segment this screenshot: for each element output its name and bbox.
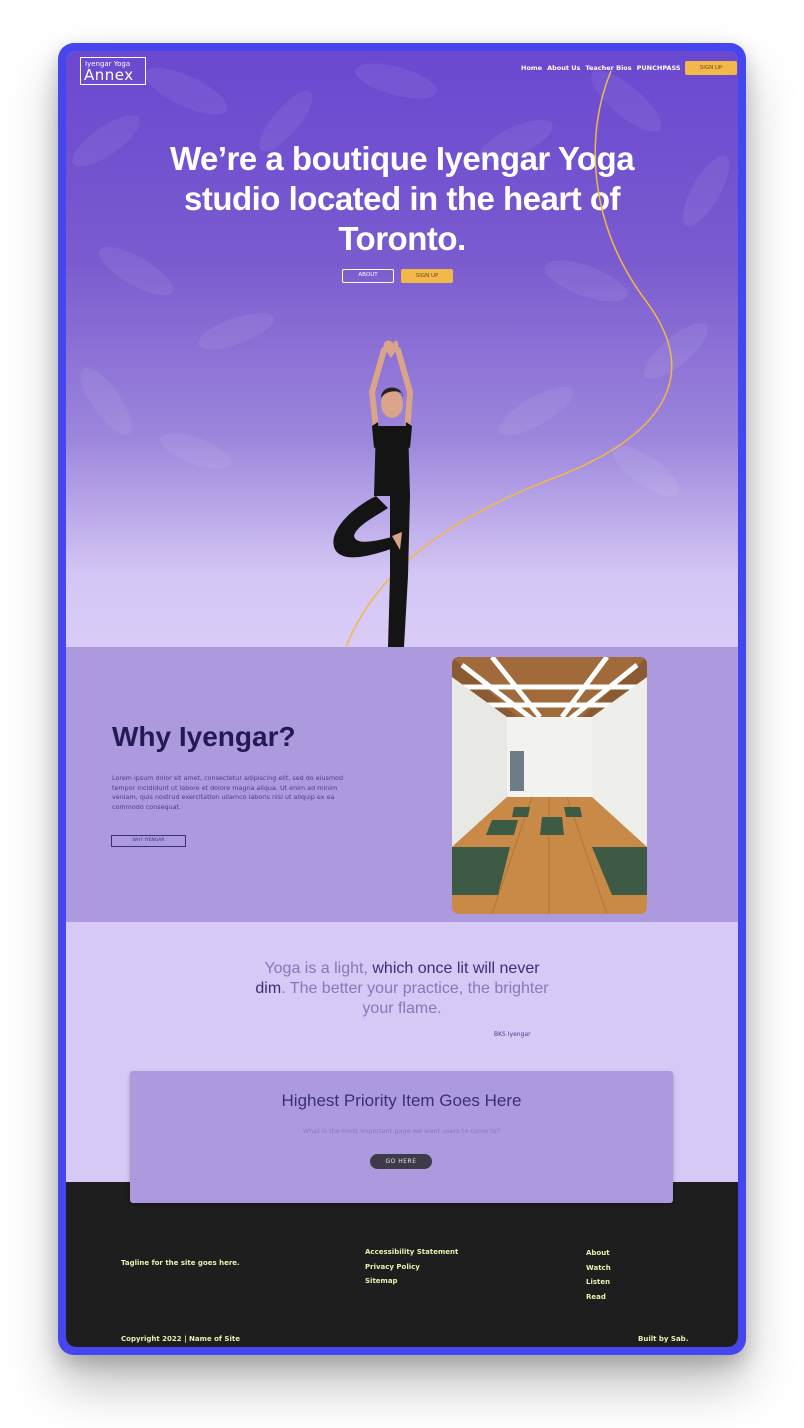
footer-link-about[interactable]: About	[586, 1249, 610, 1257]
cta-subtitle: What is the most important page we want …	[302, 1127, 501, 1135]
why-iyengar-section: Why Iyengar? Lorem ipsum dolor sit amet,…	[66, 647, 738, 922]
go-here-button[interactable]: GO HERE	[370, 1154, 432, 1169]
why-iyengar-text: Lorem ipsum dolor sit amet, consectetur …	[112, 774, 344, 811]
device-frame: Iyengar Yoga Annex Home About Us Teacher…	[58, 43, 746, 1355]
footer-copyright: Copyright 2022 | Name of Site	[121, 1335, 240, 1343]
priority-cta-card: Highest Priority Item Goes Here What is …	[130, 1071, 673, 1203]
footer-built-by[interactable]: Built by Sab.	[638, 1335, 688, 1343]
footer-link-listen[interactable]: Listen	[586, 1278, 610, 1286]
footer-link-privacy[interactable]: Privacy Policy	[365, 1263, 420, 1271]
footer-link-read[interactable]: Read	[586, 1293, 606, 1301]
footer-tagline: Tagline for the site goes here.	[121, 1259, 240, 1267]
quote-part-3: . The better your practice, the brighter…	[281, 980, 549, 1017]
cta-title: Highest Priority Item Goes Here	[281, 1091, 522, 1110]
footer-link-watch[interactable]: Watch	[586, 1264, 611, 1272]
quote-part-1: Yoga is a light,	[264, 960, 373, 977]
quote-author: BKS Iyengar	[494, 1031, 531, 1038]
quote-text: Yoga is a light, which once lit will nev…	[252, 959, 552, 1019]
footer-link-accessibility[interactable]: Accessibility Statement	[365, 1248, 458, 1256]
hero-section: Iyengar Yoga Annex Home About Us Teacher…	[66, 51, 738, 647]
why-iyengar-heading: Why Iyengar?	[112, 721, 296, 752]
yoga-woman-tree-pose-image	[333, 340, 414, 647]
website-screen: Iyengar Yoga Annex Home About Us Teacher…	[66, 51, 738, 1347]
site-footer: Tagline for the site goes here. Accessib…	[66, 1182, 738, 1347]
why-iyengar-button[interactable]: WHY IYENGAR	[111, 835, 186, 847]
footer-link-sitemap[interactable]: Sitemap	[365, 1277, 398, 1285]
studio-room-photo	[452, 657, 647, 914]
